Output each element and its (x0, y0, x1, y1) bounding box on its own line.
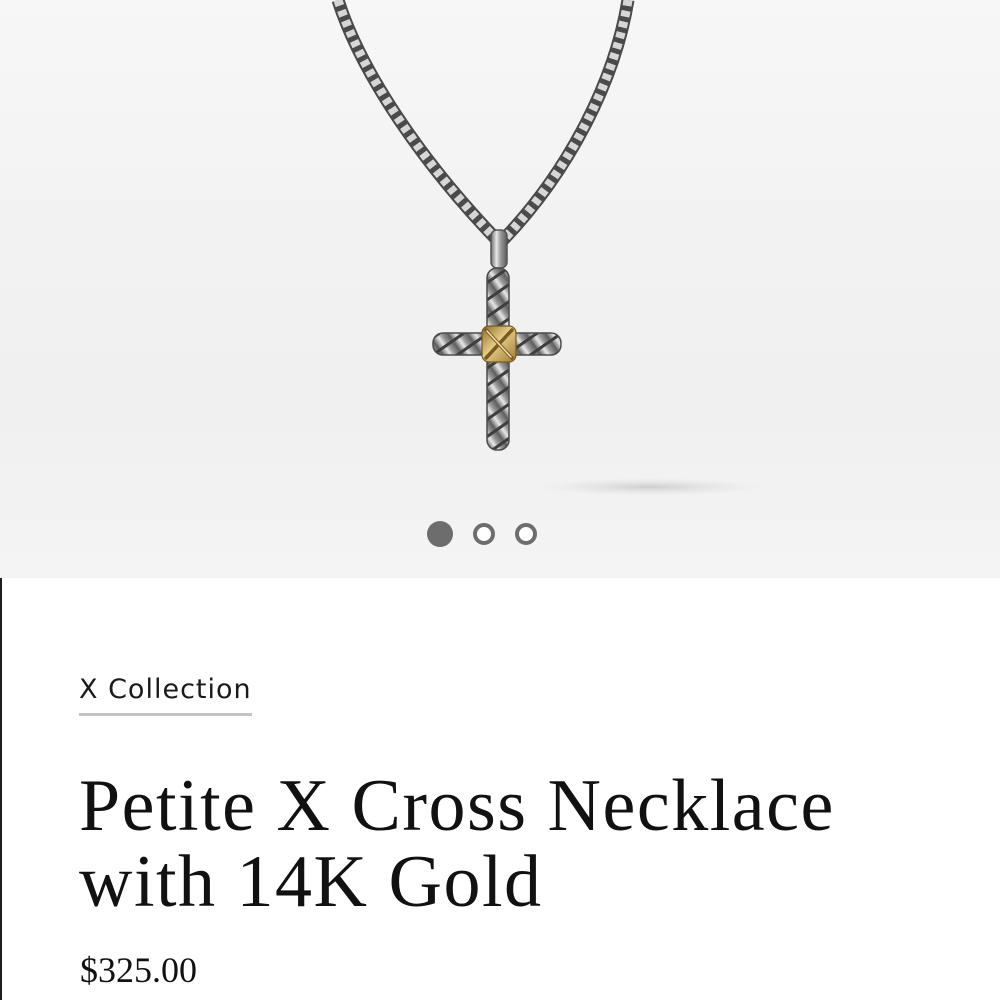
carousel-pagination (427, 519, 537, 549)
pendant-shadow (535, 478, 765, 496)
chain-left (331, 0, 502, 245)
product-image (331, 0, 765, 496)
carousel-dot-2[interactable] (473, 523, 495, 545)
chain-right (498, 0, 635, 245)
product-image-carousel[interactable] (0, 0, 1000, 578)
carousel-dot-1[interactable] (427, 521, 453, 547)
product-price: $325.00 (80, 950, 197, 990)
product-title: Petite X Cross Necklace with 14K Gold (79, 765, 835, 923)
gold-x-center (481, 325, 517, 363)
carousel-dot-3[interactable] (515, 523, 537, 545)
collection-link[interactable]: X Collection (79, 674, 252, 716)
pendant-bail (490, 229, 508, 269)
